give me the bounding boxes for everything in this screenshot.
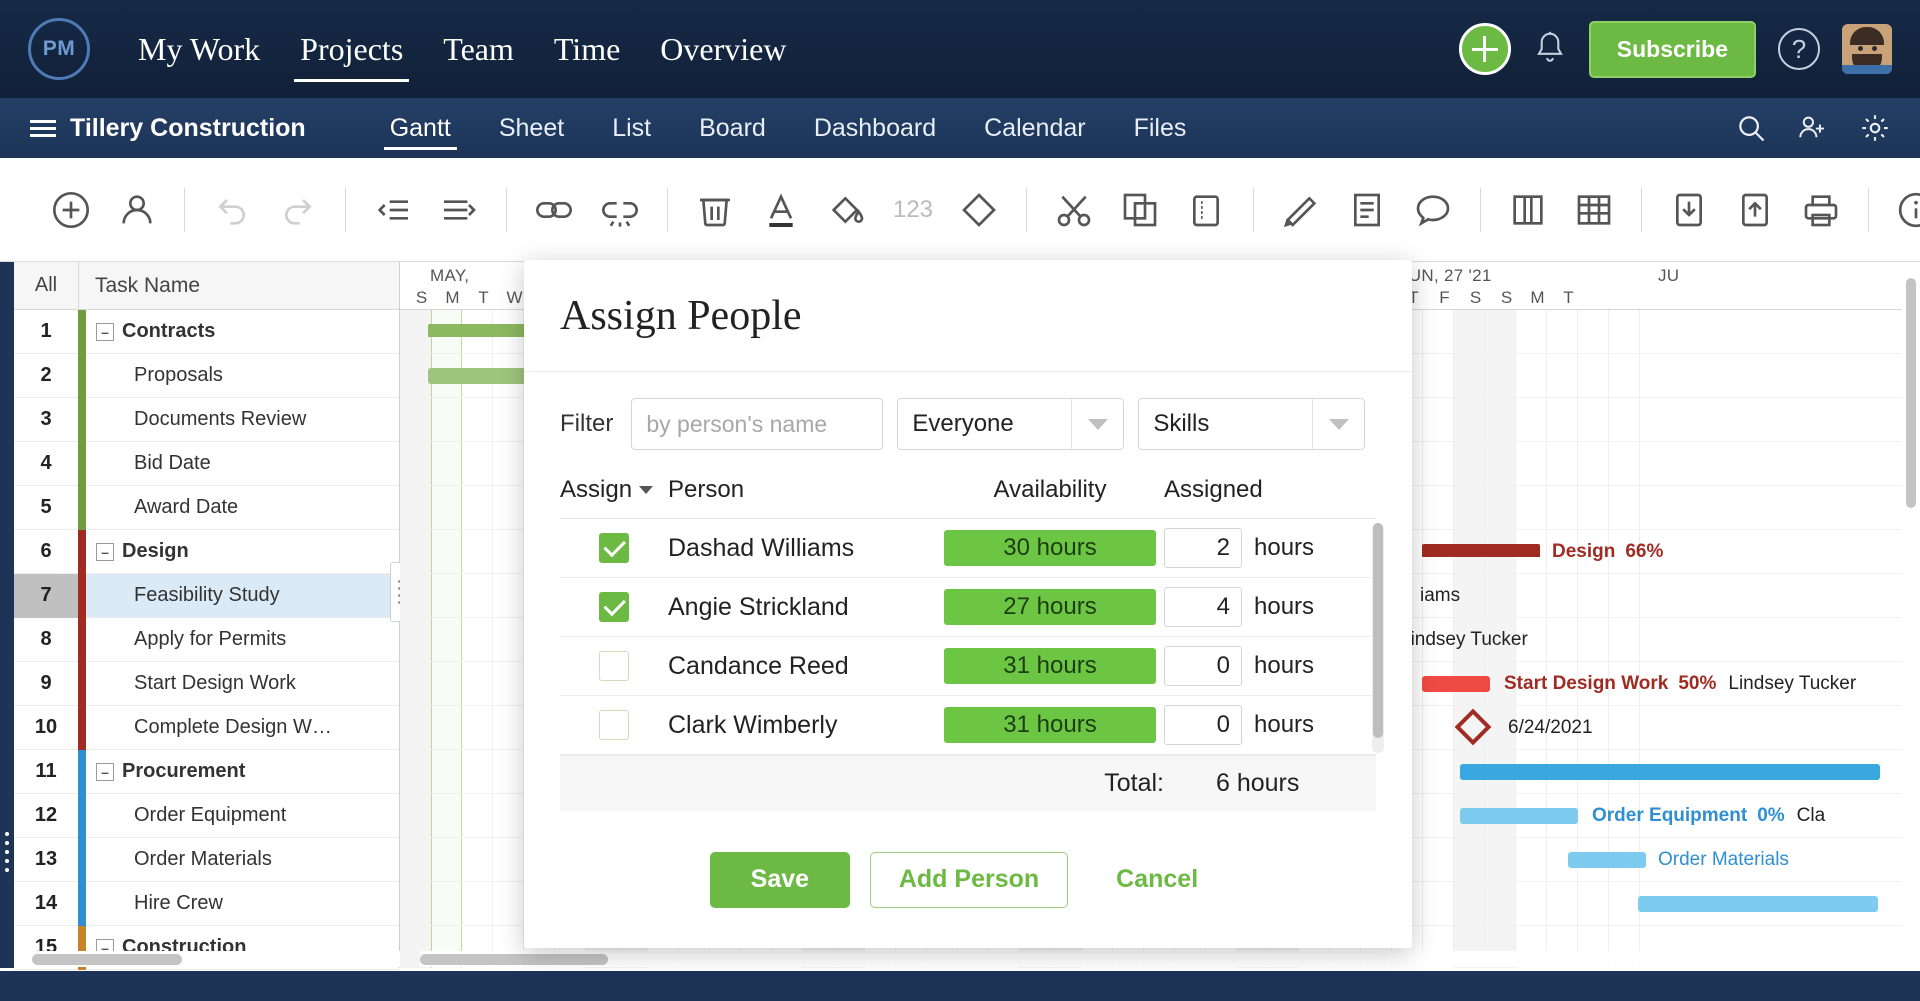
cancel-button[interactable]: Cancel bbox=[1088, 852, 1226, 908]
hours-unit-label: hours bbox=[1254, 593, 1315, 620]
availability-cell: 30 hours bbox=[936, 530, 1164, 566]
people-table: Assign Person Availability Assigned Dash… bbox=[524, 462, 1412, 755]
filter-label: Filter bbox=[560, 410, 614, 437]
chevron-down-icon[interactable] bbox=[1071, 398, 1123, 450]
skills-filter-select[interactable]: Skills bbox=[1138, 398, 1366, 450]
person-name: Candance Reed bbox=[668, 651, 849, 680]
total-value: 6 hours bbox=[1216, 769, 1300, 797]
list-item[interactable]: Clark Wimberly 31 hours 0 hours bbox=[560, 696, 1376, 755]
assign-people-dialog: Assign People Filter by person's name Ev… bbox=[524, 260, 1412, 948]
column-header-person: Person bbox=[668, 476, 745, 503]
checkbox-unchecked-icon[interactable] bbox=[599, 651, 629, 681]
assigned-hours-input[interactable]: 4 bbox=[1164, 587, 1242, 627]
person-name: Angie Strickland bbox=[668, 592, 849, 621]
people-table-rows: Dashad Williams 30 hours 2 hours Angie Stric… bbox=[560, 518, 1384, 755]
column-header-assign-label: Assign bbox=[560, 476, 633, 503]
group-filter-value: Everyone bbox=[912, 410, 1014, 437]
availability-cell: 31 hours bbox=[936, 648, 1164, 684]
assign-checkbox-cell[interactable] bbox=[560, 710, 668, 740]
assigned-cell: 2 hours bbox=[1164, 528, 1376, 568]
assigned-hours-input[interactable]: 0 bbox=[1164, 705, 1242, 745]
assigned-hours-input[interactable]: 2 bbox=[1164, 528, 1242, 568]
add-person-button[interactable]: Add Person bbox=[869, 851, 1069, 908]
people-table-header: Assign Person Availability Assigned bbox=[560, 462, 1376, 518]
assigned-hours-input[interactable]: 0 bbox=[1164, 646, 1242, 686]
chevron-down-icon[interactable] bbox=[639, 486, 654, 494]
person-name: Dashad Williams bbox=[668, 533, 855, 562]
assigned-cell: 4 hours bbox=[1164, 587, 1376, 627]
assign-checkbox-cell[interactable] bbox=[560, 533, 668, 563]
assigned-cell: 0 hours bbox=[1164, 705, 1376, 745]
availability-badge: 27 hours bbox=[944, 589, 1156, 625]
column-header-availability: Availability bbox=[993, 476, 1107, 503]
hours-unit-label: hours bbox=[1254, 652, 1315, 679]
hours-unit-label: hours bbox=[1254, 711, 1315, 738]
person-name-filter-input[interactable]: by person's name bbox=[631, 398, 884, 450]
list-item[interactable]: Candance Reed 31 hours 0 hours bbox=[560, 637, 1376, 696]
total-label: Total: bbox=[1104, 769, 1164, 797]
column-header-assigned: Assigned bbox=[1164, 476, 1263, 503]
assign-checkbox-cell[interactable] bbox=[560, 592, 668, 622]
dialog-header: Assign People bbox=[524, 260, 1412, 372]
save-button[interactable]: Save bbox=[709, 851, 850, 908]
group-filter-select[interactable]: Everyone bbox=[897, 398, 1125, 450]
availability-badge: 31 hours bbox=[944, 648, 1156, 684]
people-list-scrollbar[interactable] bbox=[1372, 523, 1384, 753]
total-row: Total: 6 hours bbox=[560, 755, 1376, 811]
column-header-assign[interactable]: Assign bbox=[560, 476, 668, 504]
filter-row: Filter by person's name Everyone Skills bbox=[524, 372, 1412, 462]
checkbox-checked-icon[interactable] bbox=[599, 533, 629, 563]
assign-checkbox-cell[interactable] bbox=[560, 651, 668, 681]
availability-cell: 31 hours bbox=[936, 707, 1164, 743]
chevron-down-icon[interactable] bbox=[1312, 398, 1364, 450]
list-item[interactable]: Angie Strickland 27 hours 4 hours bbox=[560, 578, 1376, 637]
skills-filter-value: Skills bbox=[1153, 410, 1210, 437]
hours-unit-label: hours bbox=[1254, 534, 1315, 561]
list-item[interactable]: Dashad Williams 30 hours 2 hours bbox=[560, 519, 1376, 578]
dialog-title: Assign People bbox=[560, 292, 802, 339]
person-name: Clark Wimberly bbox=[668, 710, 838, 739]
availability-badge: 31 hours bbox=[944, 707, 1156, 743]
checkbox-checked-icon[interactable] bbox=[599, 592, 629, 622]
modal-overlay: Assign People Filter by person's name Ev… bbox=[0, 0, 1920, 1001]
assigned-cell: 0 hours bbox=[1164, 646, 1376, 686]
dialog-footer: Save Add Person Cancel bbox=[524, 811, 1412, 948]
app-root: PM My Work Projects Team Time Overview S… bbox=[0, 0, 1920, 1001]
availability-badge: 30 hours bbox=[944, 530, 1156, 566]
availability-cell: 27 hours bbox=[936, 589, 1164, 625]
checkbox-unchecked-icon[interactable] bbox=[599, 710, 629, 740]
